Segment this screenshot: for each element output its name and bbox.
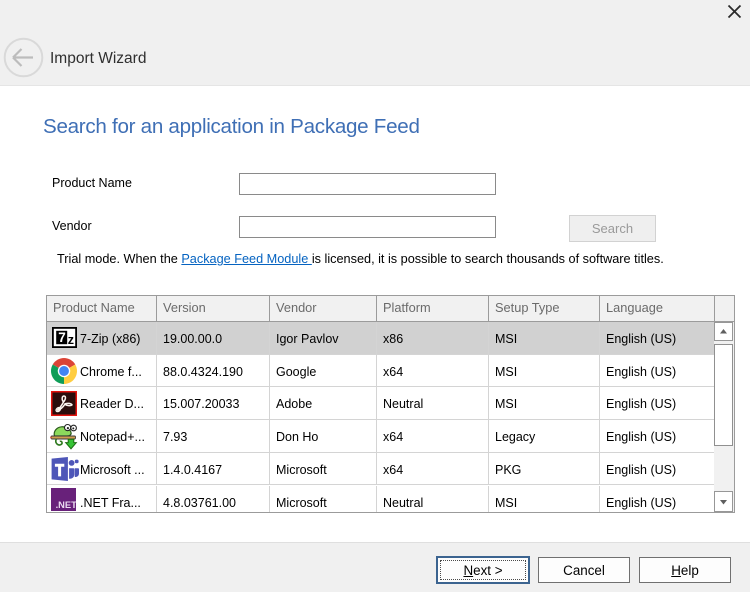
svg-text:z: z bbox=[68, 333, 74, 347]
svg-text:7: 7 bbox=[58, 330, 66, 345]
svg-text:.NET: .NET bbox=[56, 499, 76, 509]
